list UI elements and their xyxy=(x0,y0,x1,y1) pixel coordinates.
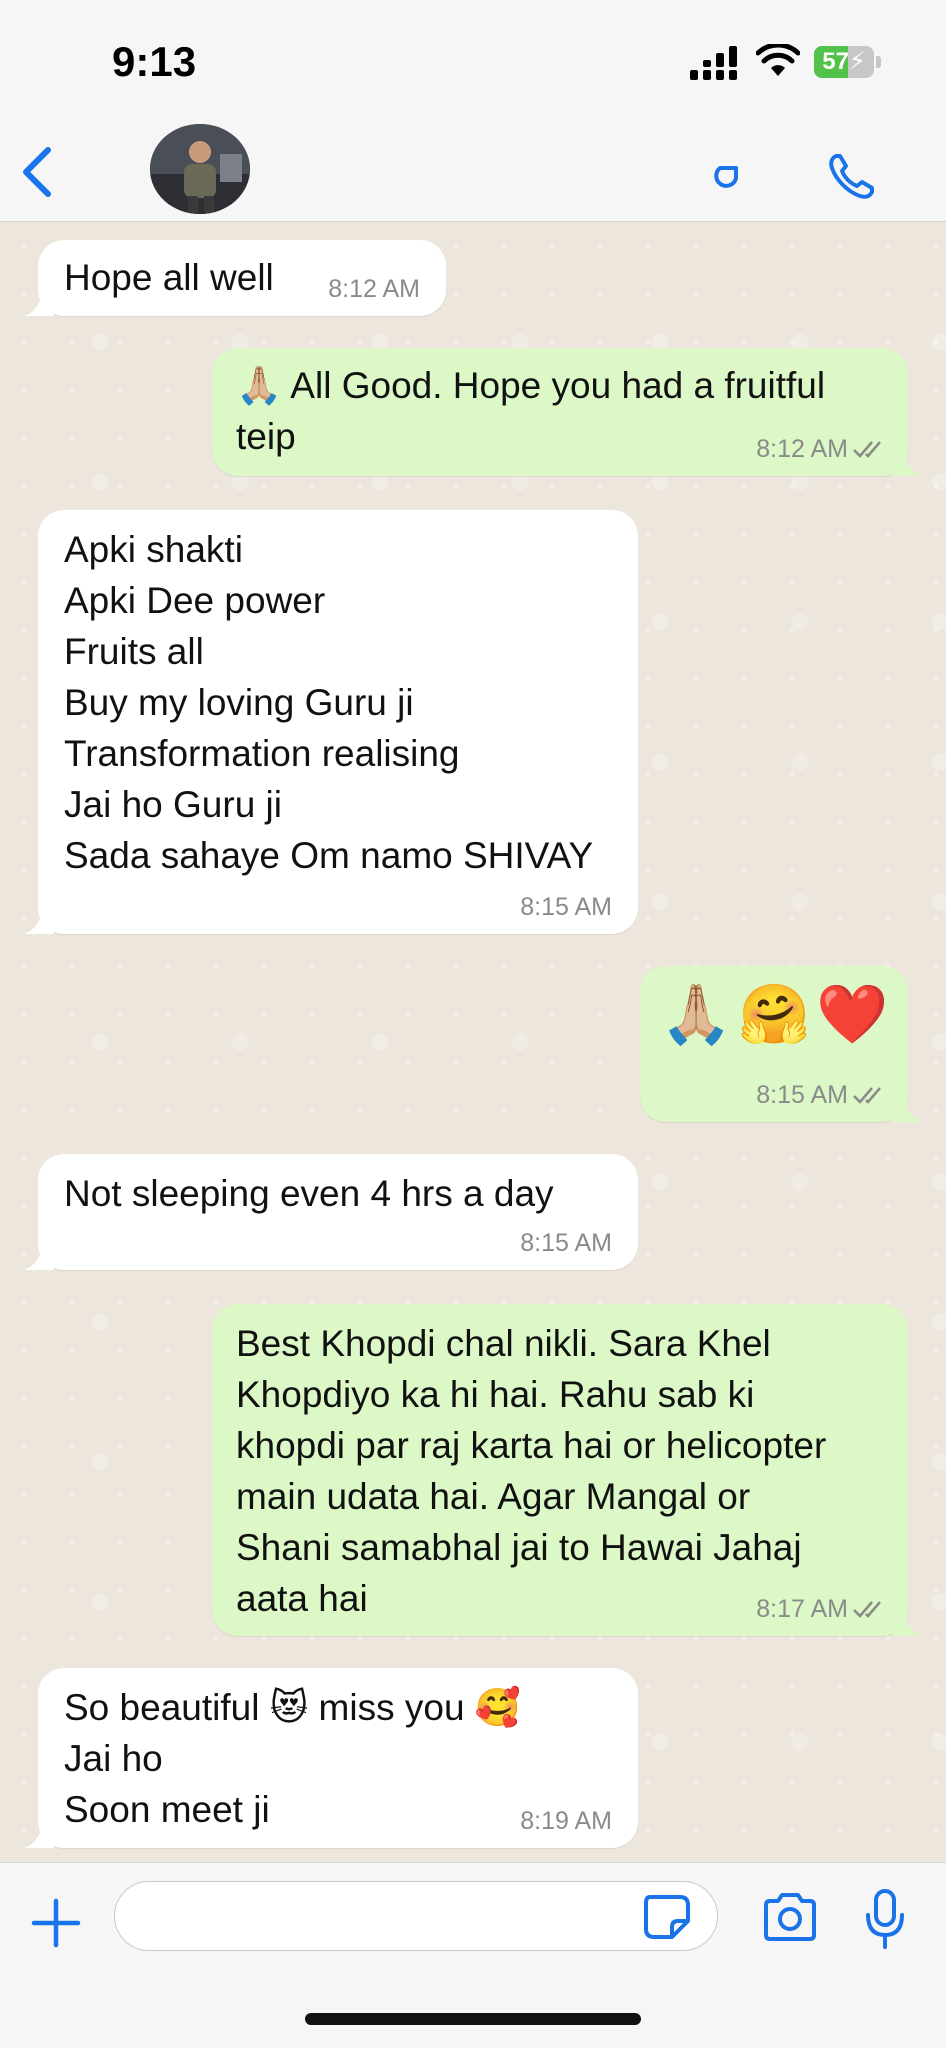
home-indicator[interactable] xyxy=(305,2013,641,2025)
message-text: Best Khopdi chal nikli. Sara Khel Khopdi… xyxy=(236,1323,827,1619)
message-emoji: 🙏🏼🤗❤️ xyxy=(660,982,895,1047)
message-time: 8:19 AM xyxy=(520,1807,612,1835)
camera-icon[interactable] xyxy=(760,1889,820,1945)
message-time: 8:15 AM xyxy=(520,893,612,921)
incoming-message[interactable]: Not sleeping even 4 hrs a day 8:15 AM xyxy=(24,1154,638,1270)
incoming-message[interactable]: Apki shakti Apki Dee power Fruits all Bu… xyxy=(24,510,638,934)
wifi-icon xyxy=(756,44,800,76)
read-receipt-icon xyxy=(853,1601,881,1618)
bubble-tail xyxy=(24,286,54,316)
battery-percent: 57⚡ xyxy=(822,48,866,75)
outgoing-message[interactable]: 🙏🏼 All Good. Hope you had a fruitful tei… xyxy=(212,348,922,476)
status-bar: 9:13 57⚡ xyxy=(0,0,946,118)
message-text: Apki shakti Apki Dee power Fruits all Bu… xyxy=(64,529,594,876)
avatar-photo xyxy=(150,124,250,214)
bubble-tail xyxy=(892,1092,922,1122)
message-composer xyxy=(0,1862,946,2048)
avatar[interactable] xyxy=(150,124,250,214)
bubble-tail xyxy=(892,1606,922,1636)
sticker-icon[interactable] xyxy=(642,1893,692,1941)
chevron-left-icon[interactable] xyxy=(14,142,64,202)
outgoing-message[interactable]: 🙏🏼🤗❤️ 8:15 AM xyxy=(640,966,922,1122)
message-time: 8:12 AM xyxy=(328,275,420,303)
message-text: Not sleeping even 4 hrs a day xyxy=(64,1173,554,1214)
read-receipt-icon xyxy=(853,1087,881,1104)
message-text: Hope all well xyxy=(64,257,274,298)
outgoing-message[interactable]: Best Khopdi chal nikli. Sara Khel Khopdi… xyxy=(212,1304,922,1636)
battery-indicator: 57⚡ xyxy=(814,46,882,78)
bubble-tail xyxy=(24,1240,54,1270)
plus-icon[interactable] xyxy=(28,1895,84,1951)
incoming-message[interactable]: Hope all well 8:12 AM xyxy=(24,240,446,316)
incoming-message[interactable]: So beautiful 😻 miss you 🥰 Jai ho Soon me… xyxy=(24,1668,638,1848)
bubble-tail xyxy=(24,1818,54,1848)
microphone-icon[interactable] xyxy=(860,1887,910,1951)
cellular-signal-icon xyxy=(690,46,737,80)
message-time: 8:12 AM xyxy=(756,435,848,463)
video-call-icon[interactable] xyxy=(700,148,756,204)
chat-message-list[interactable]: Hope all well 8:12 AM 🙏🏼 All Good. Hope … xyxy=(0,222,946,1862)
read-receipt-icon xyxy=(853,441,881,458)
message-time: 8:15 AM xyxy=(756,1081,848,1109)
bubble-tail xyxy=(892,446,922,476)
chat-header xyxy=(0,118,946,222)
message-time: 8:17 AM xyxy=(756,1595,848,1623)
phone-call-icon[interactable] xyxy=(824,148,880,204)
message-time: 8:15 AM xyxy=(520,1229,612,1257)
status-time: 9:13 xyxy=(112,38,197,85)
message-input[interactable] xyxy=(114,1881,718,1951)
bubble-tail xyxy=(24,904,54,934)
